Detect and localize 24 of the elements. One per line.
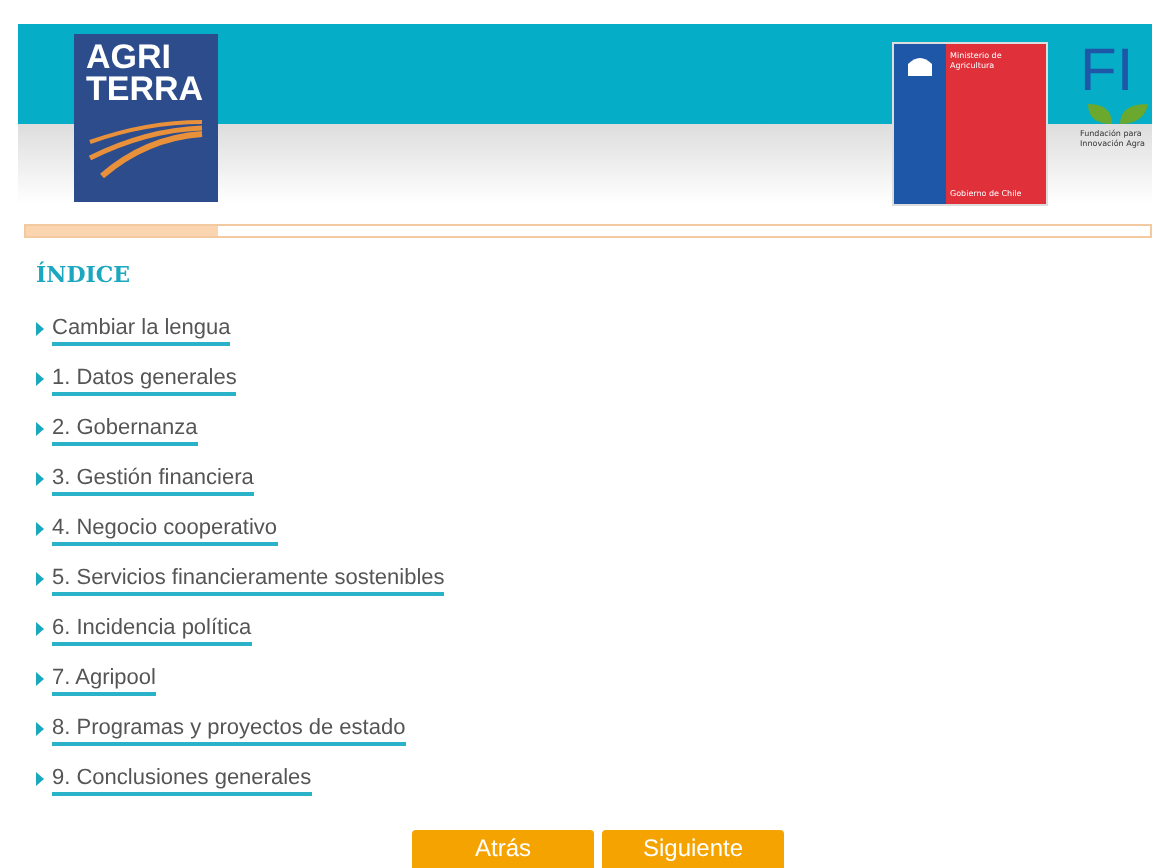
index-link[interactable]: 1. Datos generales [52, 363, 237, 395]
triangle-icon [36, 722, 44, 736]
index-link[interactable]: 9. Conclusiones generales [52, 763, 312, 795]
crest-icon [904, 52, 936, 80]
agriterra-logo: AGRI TERRA [74, 34, 218, 202]
triangle-icon [36, 622, 44, 636]
triangle-icon [36, 522, 44, 536]
triangle-icon [36, 472, 44, 486]
index-link[interactable]: 6. Incidencia política [52, 613, 252, 645]
index-link[interactable]: 7. Agripool [52, 663, 156, 695]
triangle-icon [36, 572, 44, 586]
triangle-icon [36, 672, 44, 686]
index-link[interactable]: 8. Programas y proyectos de estado [52, 713, 406, 745]
triangle-icon [36, 772, 44, 786]
index-title: ÍNDICE [36, 262, 133, 288]
triangle-icon [36, 322, 44, 336]
index-link[interactable]: Cambiar la lengua [52, 313, 231, 345]
index-link[interactable]: 2. Gobernanza [52, 413, 198, 445]
triangle-icon [36, 372, 44, 386]
index-link[interactable]: 3. Gestión financiera [52, 463, 254, 495]
triangle-icon [36, 422, 44, 436]
index-link[interactable]: 5. Servicios financieramente sostenibles [52, 563, 445, 595]
stripes-icon [86, 118, 206, 178]
index-link[interactable]: 4. Negocio cooperativo [52, 513, 278, 545]
